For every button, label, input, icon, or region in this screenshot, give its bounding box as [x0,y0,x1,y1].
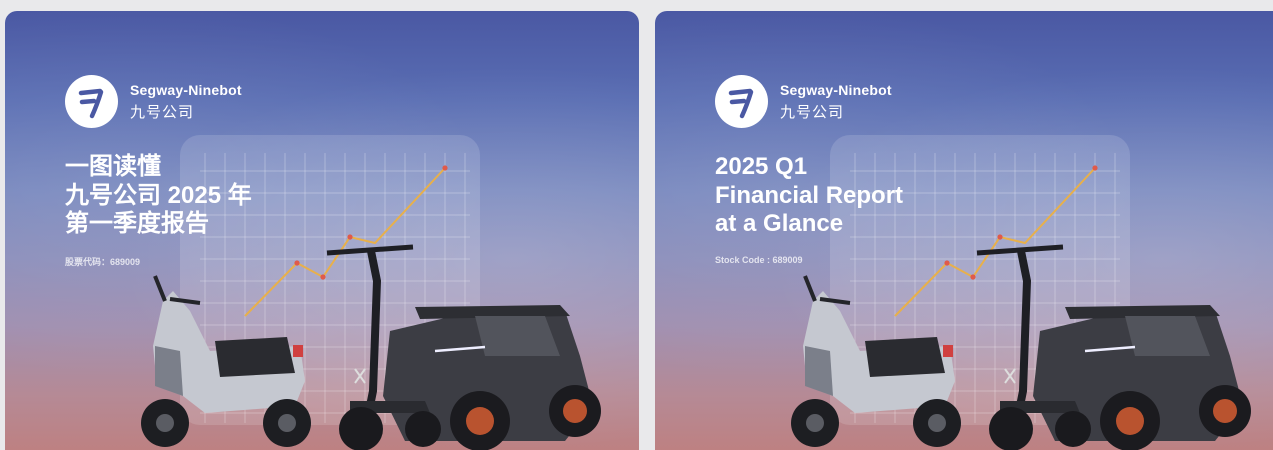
title-line: 九号公司 2025 年 [65,181,252,209]
report-title: 一图读懂 九号公司 2025 年 第一季度报告 [65,153,252,239]
title-line: 2025 Q1 [715,153,808,180]
brand-name-cn: 九号公司 [130,103,195,121]
report-cover-card-zh[interactable]: Segway-Ninebot 九号公司 一图读懂 九号公司 2025 年 第一季… [5,11,639,450]
title-line: Financial Report [715,181,904,209]
brand-name-en: Segway-Ninebot [780,81,892,98]
brand-name-en: Segway-Ninebot [130,81,242,98]
segway-ninebot-logo-icon [715,75,768,128]
brand-logo[interactable]: Segway-Ninebot 九号公司 [715,75,892,128]
title-line: 一图读懂 [65,153,161,180]
segway-ninebot-logo-icon [65,75,118,128]
stock-code: 股票代码：689009 [65,257,141,267]
brand-name-cn: 九号公司 [780,103,845,121]
brand-logo[interactable]: Segway-Ninebot 九号公司 [65,75,242,128]
title-line: at a Glance [715,210,844,237]
title-line: 第一季度报告 [65,210,209,237]
stock-code: Stock Code : 689009 [715,255,803,265]
report-title: 2025 Q1 Financial Report at a Glance [715,153,903,239]
report-cover-card-en[interactable]: Segway-Ninebot 九号公司 2025 Q1 Financial Re… [655,11,1273,450]
